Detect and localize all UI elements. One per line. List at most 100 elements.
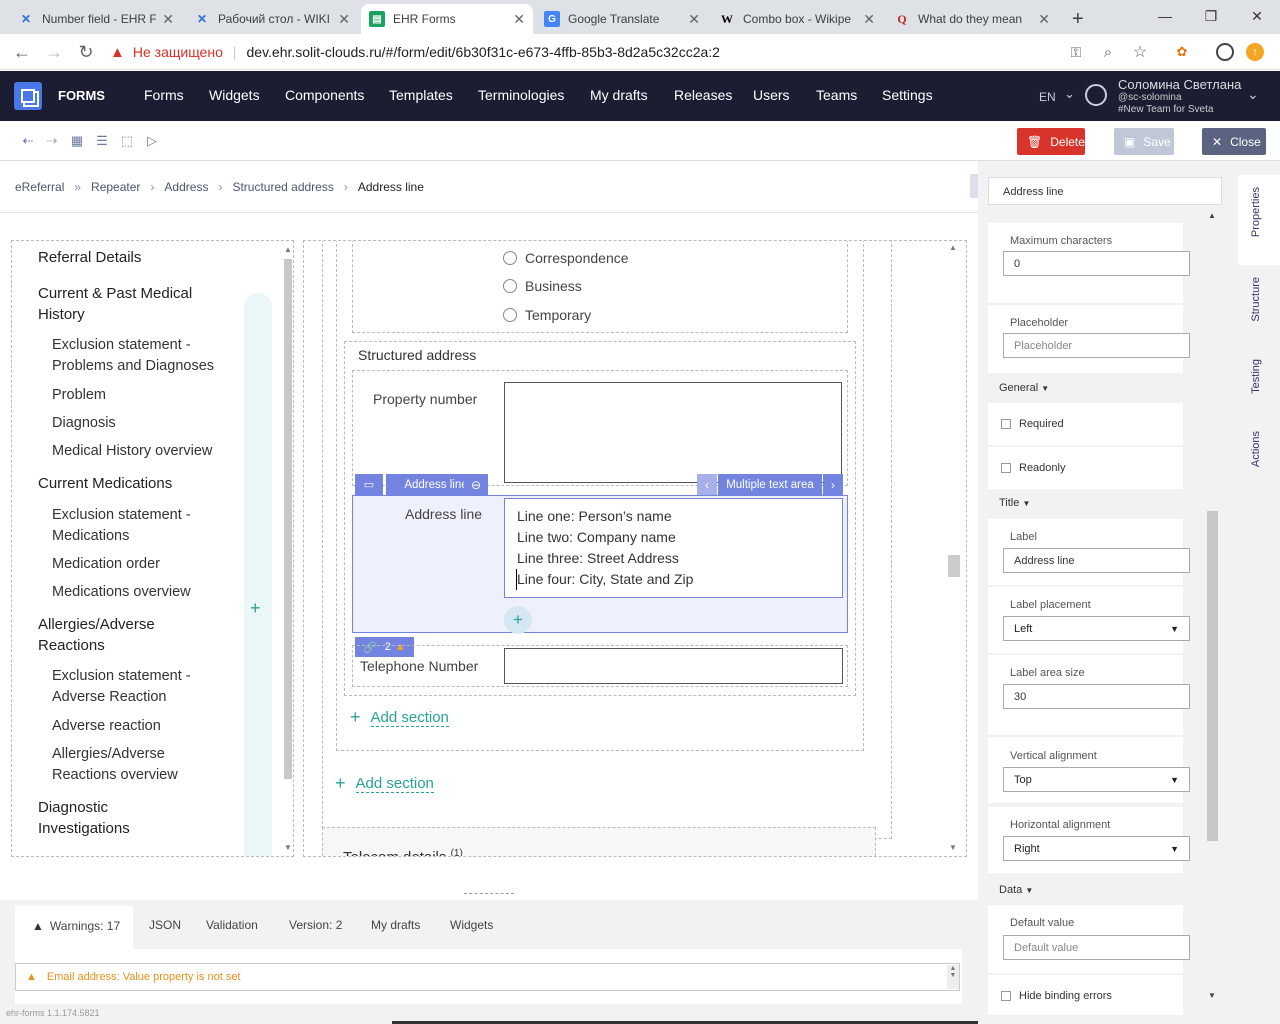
collapse-icon[interactable]: ⊖	[464, 474, 488, 495]
restore-icon[interactable]: ❐	[1188, 0, 1234, 32]
radio-correspondence[interactable]: Correspondence	[503, 250, 629, 266]
breadcrumb-item[interactable]: eReferral	[15, 180, 64, 194]
nav-scrollbar[interactable]	[284, 259, 292, 779]
close-button[interactable]: ✕ Close	[1202, 128, 1266, 155]
nav-subsection[interactable]: Problem	[52, 385, 106, 406]
nav-subsection[interactable]: Exclusion statement - Medications	[52, 505, 212, 547]
nav-widgets[interactable]: Widgets	[209, 87, 260, 103]
warning-scrollbar[interactable]: ▲ ▼	[947, 965, 959, 989]
nav-section[interactable]: Referral Details	[38, 247, 141, 268]
properties-scrollbar[interactable]	[1207, 511, 1218, 841]
nav-section[interactable]: Allergies/Adverse Reactions	[38, 614, 178, 656]
star-icon[interactable]: ☆	[1128, 40, 1152, 64]
nav-subsection[interactable]: Medication order	[52, 554, 160, 575]
placeholder-input[interactable]: Placeholder	[1003, 333, 1190, 358]
required-checkbox[interactable]: Required	[1001, 418, 1064, 430]
select-area-icon[interactable]: ⬚	[119, 133, 135, 149]
telephone-input[interactable]	[504, 648, 843, 684]
horizontal-alignment-select[interactable]: Right ▼	[1003, 836, 1190, 861]
add-section-strip[interactable]	[244, 293, 272, 856]
breadcrumb-item[interactable]: Structured address	[232, 180, 333, 194]
structured-address-title[interactable]: Structured address	[358, 347, 476, 363]
reload-icon[interactable]: ↻	[74, 40, 98, 64]
tab-warnings[interactable]: ▲ Warnings: 17	[15, 906, 133, 949]
nav-subsection[interactable]: Exclusion statement - Problems and Diagn…	[52, 335, 222, 377]
browser-tab[interactable]: ✕ Рабочий стол - WIKI ✕	[186, 4, 358, 34]
window-close-icon[interactable]: ✕	[1234, 0, 1280, 32]
nav-releases[interactable]: Releases	[674, 87, 732, 103]
add-field-icon[interactable]: +	[504, 606, 532, 634]
default-value-input[interactable]: Default value	[1003, 935, 1190, 960]
chevron-right-icon[interactable]: ›	[823, 474, 843, 495]
nav-subsection[interactable]: Adverse reaction	[52, 716, 161, 737]
nav-subsection[interactable]: Exclusion statement - Adverse Reaction	[52, 666, 212, 708]
nav-components[interactable]: Components	[285, 87, 364, 103]
forms-logo-icon[interactable]	[14, 82, 42, 110]
label-placement-select[interactable]: Left ▼	[1003, 616, 1190, 641]
profile-icon[interactable]	[1213, 40, 1237, 64]
nav-subsection[interactable]: Medical History overview	[52, 441, 212, 462]
user-menu-chevron-icon[interactable]: ⌄	[1247, 86, 1259, 103]
tab-json[interactable]: JSON	[149, 918, 181, 932]
forward-icon[interactable]: →	[42, 40, 66, 64]
hide-binding-errors-checkbox[interactable]: Hide binding errors	[1001, 990, 1112, 1002]
canvas-scroll-thumb[interactable]	[948, 555, 960, 577]
nav-terminologies[interactable]: Terminologies	[478, 87, 564, 103]
nav-subsection[interactable]: Allergies/Adverse Reactions overview	[52, 744, 212, 786]
telephone-field[interactable]: Telephone Number	[352, 645, 848, 687]
scroll-up-icon[interactable]: ▲	[284, 245, 292, 254]
key-icon[interactable]: ⚿	[1064, 40, 1088, 64]
chevron-left-icon[interactable]: ‹	[697, 474, 717, 495]
add-icon[interactable]: +	[250, 598, 261, 619]
close-tab-icon[interactable]: ✕	[863, 11, 875, 28]
close-tab-icon[interactable]: ✕	[162, 11, 174, 28]
minimize-icon[interactable]: —	[1142, 0, 1188, 32]
delete-button[interactable]: 🗑 Delete	[1017, 128, 1085, 155]
tab-properties[interactable]: Properties	[1238, 175, 1280, 265]
grid-view-icon[interactable]: ▦	[69, 133, 85, 149]
language-select[interactable]: EN	[1039, 90, 1056, 104]
label-area-input[interactable]: 30	[1003, 684, 1190, 709]
radio-business[interactable]: Business	[503, 278, 582, 294]
nav-section[interactable]: Diagnostic Investigations	[38, 797, 178, 839]
browser-tab-active[interactable]: ▤ EHR Forms ✕	[361, 4, 533, 34]
nav-my-drafts[interactable]: My drafts	[590, 87, 648, 103]
add-section-button[interactable]: + Add section	[350, 707, 449, 728]
scroll-up-icon[interactable]: ▲	[1208, 211, 1216, 220]
widget-icon[interactable]: ▭	[355, 474, 383, 495]
property-number-input[interactable]	[504, 382, 842, 483]
close-tab-icon[interactable]: ✕	[688, 11, 700, 28]
close-tab-icon[interactable]: ✕	[1038, 11, 1050, 28]
update-icon[interactable]: ↑	[1243, 40, 1267, 64]
warning-icon[interactable]: ▲	[110, 44, 125, 61]
scroll-down-icon[interactable]: ▼	[1208, 991, 1216, 1000]
vertical-alignment-select[interactable]: Top ▼	[1003, 767, 1190, 792]
browser-tab[interactable]: G Google Translate ✕	[536, 4, 708, 34]
general-section-header[interactable]: General ▼	[999, 382, 1049, 394]
property-number-field[interactable]: Property number	[352, 370, 848, 486]
nav-subsection[interactable]: Medications overview	[52, 582, 191, 603]
extension-icon[interactable]: ✿	[1170, 40, 1194, 64]
nav-section[interactable]: Current & Past Medical History	[38, 283, 208, 325]
chevron-down-icon[interactable]: ⌄	[1064, 86, 1075, 102]
readonly-checkbox[interactable]: Readonly	[1001, 462, 1065, 474]
zoom-icon[interactable]: ⌕	[1096, 40, 1120, 64]
tab-testing[interactable]: Testing	[1250, 359, 1262, 394]
undo-icon[interactable]: ⇠	[20, 133, 36, 149]
nav-teams[interactable]: Teams	[816, 87, 857, 103]
scroll-up-icon[interactable]: ▲	[949, 243, 957, 252]
tab-validation[interactable]: Validation	[206, 918, 258, 932]
close-tab-icon[interactable]: ✕	[513, 11, 525, 28]
brand-label[interactable]: FORMS	[58, 88, 105, 103]
tab-my-drafts[interactable]: My drafts	[371, 918, 420, 932]
user-name[interactable]: Соломина Светлана	[1118, 77, 1241, 92]
field-type-chip[interactable]: Multiple text area	[718, 474, 822, 495]
breadcrumb-item[interactable]: Repeater	[91, 180, 140, 194]
url-field[interactable]: ▲ Не защищено | dev.ehr.solit-clouds.ru/…	[110, 38, 1160, 66]
address-line-textarea[interactable]: Line one: Person’s name Line two: Compan…	[504, 498, 843, 598]
nav-subsection[interactable]: Diagnosis	[52, 413, 116, 434]
preview-play-icon[interactable]: ▷	[144, 133, 160, 149]
tab-version[interactable]: Version: 2	[289, 918, 342, 932]
tab-actions[interactable]: Actions	[1250, 431, 1262, 467]
title-section-header[interactable]: Title ▼	[999, 497, 1030, 509]
